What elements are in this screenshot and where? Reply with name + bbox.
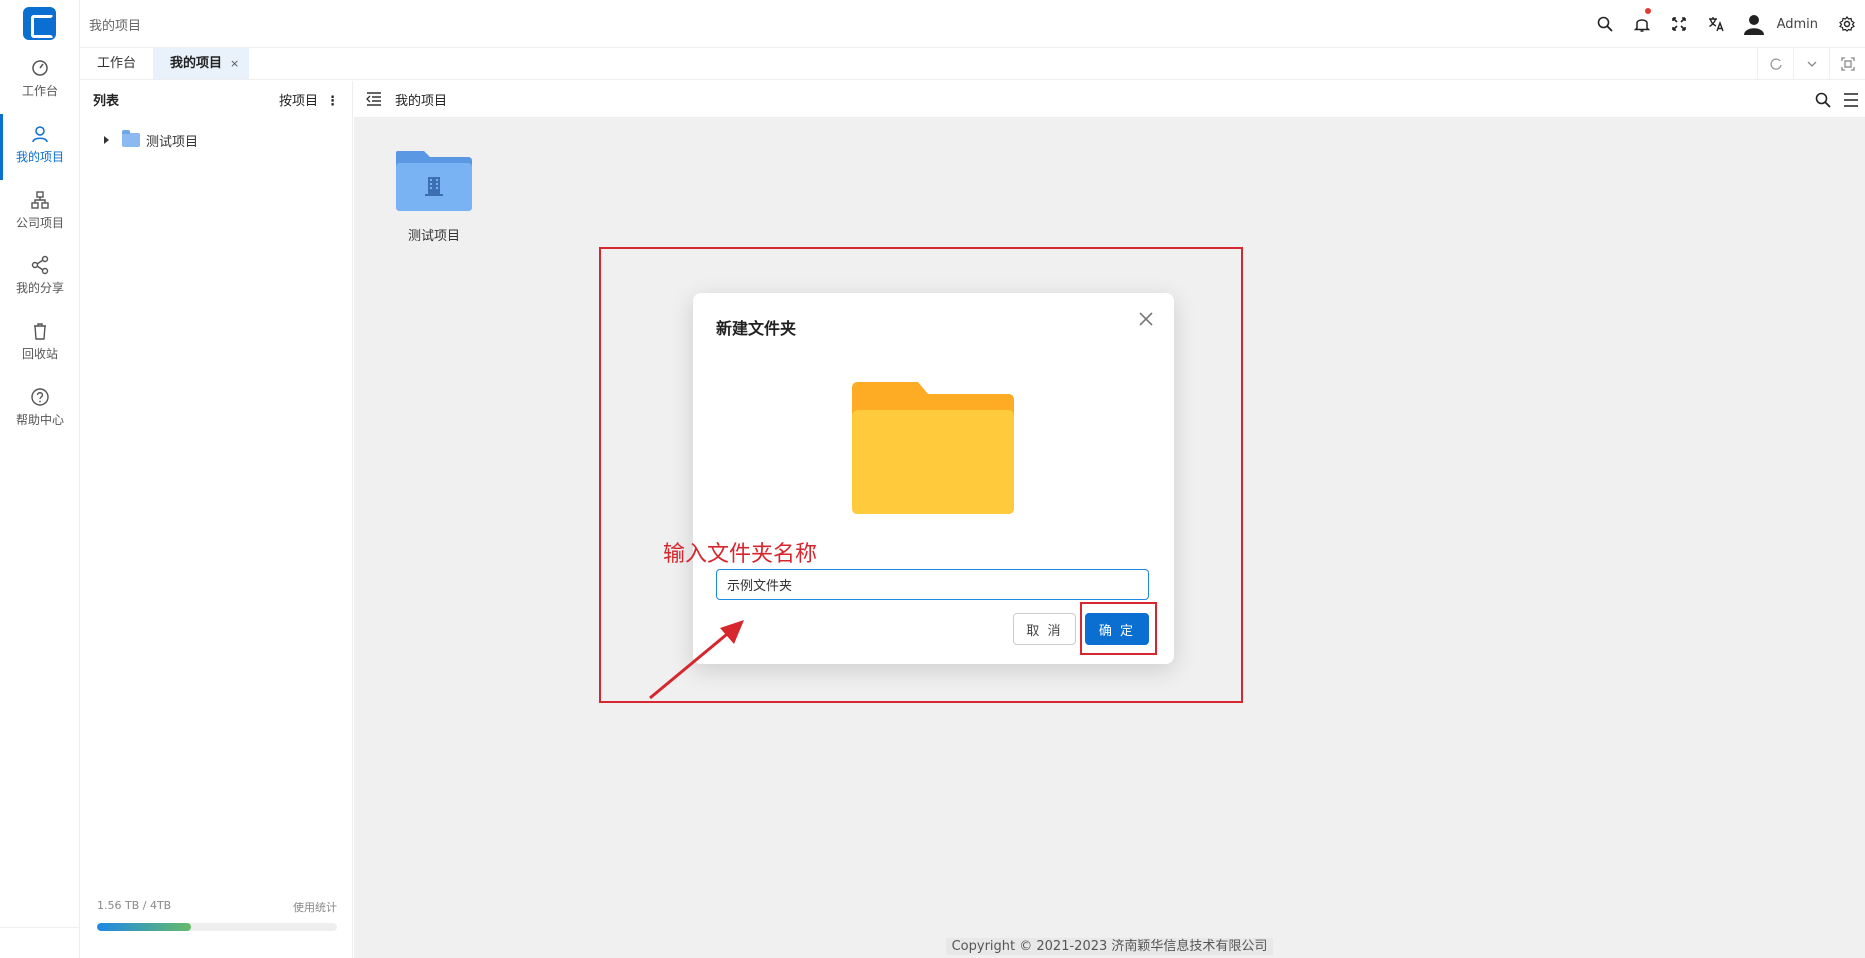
folder-icon	[396, 151, 472, 211]
sidebar-item-workbench[interactable]: 工作台	[0, 48, 80, 104]
fullscreen-icon	[1672, 17, 1686, 31]
sidebar-item-label: 我的项目	[15, 150, 64, 164]
sidebar-item-label: 我的分享	[15, 281, 64, 295]
language-button[interactable]	[1698, 0, 1735, 48]
usage-text: 1.56 TB / 4TB	[97, 899, 172, 912]
tab-bar: 工作台 我的项目 ×	[80, 48, 1865, 80]
folder-name-input[interactable]	[716, 569, 1149, 600]
tab-dropdown-button[interactable]	[1793, 48, 1829, 80]
settings-button[interactable]	[1828, 0, 1865, 48]
sidebar-item-label: 公司项目	[15, 216, 64, 230]
search-icon	[1815, 92, 1831, 108]
tab-my-projects[interactable]: 我的项目 ×	[153, 48, 250, 79]
rail-divider	[0, 927, 80, 928]
folder-icon	[122, 130, 140, 147]
sidebar-item-label: 工作台	[21, 84, 58, 98]
annotation-text: 输入文件夹名称	[663, 542, 818, 567]
sidebar-item-help-center[interactable]: 帮助中心	[0, 377, 80, 433]
notifications-button[interactable]	[1624, 0, 1661, 48]
main-title: 我的项目	[395, 93, 448, 109]
main-search-button[interactable]	[1809, 81, 1837, 118]
confirm-highlight-box	[1080, 602, 1157, 655]
panel-title: 列表	[93, 93, 120, 109]
user-menu[interactable]: Admin	[1743, 13, 1818, 35]
breadcrumb: 我的项目	[89, 19, 142, 34]
maximize-button[interactable]	[1829, 48, 1865, 80]
share-icon	[31, 255, 49, 275]
copyright-text: Copyright © 2021-2023 济南颖华信息技术有限公司	[945, 938, 1274, 955]
username: Admin	[1776, 16, 1818, 32]
tab-workbench[interactable]: 工作台	[80, 48, 153, 79]
annotation-arrow	[649, 620, 744, 700]
search-button[interactable]	[1587, 0, 1624, 48]
refresh-tab-button[interactable]	[1757, 48, 1793, 80]
sidebar-item-my-projects[interactable]: 我的项目	[0, 114, 80, 180]
sidebar-item-recycle-bin[interactable]: 回收站	[0, 311, 80, 367]
left-rail: 工作台 我的项目 公司项目 我的分享 回收站 帮助中心	[0, 0, 80, 958]
hamburger-icon	[1844, 92, 1858, 107]
user-icon	[32, 126, 48, 143]
fullscreen-button[interactable]	[1661, 0, 1698, 48]
sort-by-project-button[interactable]: 按项目 ⋮	[279, 90, 339, 109]
sidebar-item-label: 帮助中心	[15, 413, 64, 427]
usage-bar-fill	[97, 923, 191, 931]
sidebar-item-label: 回收站	[21, 347, 58, 361]
close-icon[interactable]	[1136, 309, 1156, 329]
org-icon	[31, 191, 49, 209]
folder-label: 测试项目	[407, 229, 460, 244]
tab-label: 我的项目	[170, 56, 223, 71]
copyright: Copyright © 2021-2023 济南颖华信息技术有限公司	[354, 935, 1865, 955]
project-folder-item[interactable]: 测试项目	[394, 149, 474, 244]
dashboard-icon	[32, 60, 48, 76]
sort-label: 按项目	[278, 93, 318, 109]
tree-item-label: 测试项目	[146, 134, 199, 150]
usage-stats-link[interactable]: 使用统计	[293, 899, 337, 915]
caret-right-icon[interactable]	[104, 136, 109, 144]
trash-icon	[34, 323, 46, 340]
chevron-down-icon	[1807, 61, 1816, 67]
sidebar-item-company-projects[interactable]: 公司项目	[0, 180, 80, 236]
storage-usage: 1.56 TB / 4TB 使用统计	[97, 899, 337, 931]
main-menu-button[interactable]	[1837, 81, 1865, 118]
tree-item[interactable]: 测试项目	[104, 129, 198, 151]
usage-bar	[97, 923, 337, 931]
gear-icon	[1838, 16, 1855, 32]
folder-icon	[852, 382, 1014, 514]
bell-icon	[1634, 18, 1651, 32]
notification-dot	[1644, 8, 1651, 14]
refresh-icon	[1769, 58, 1782, 70]
cancel-button[interactable]: 取 消	[1013, 613, 1076, 645]
more-icon[interactable]: ⋮	[326, 94, 339, 109]
app-logo[interactable]	[23, 7, 56, 40]
help-icon	[31, 388, 49, 406]
project-list-panel: 列表 按项目 ⋮ 测试项目 1.56 TB / 4TB 使用统计	[80, 81, 353, 958]
tab-label: 工作台	[97, 56, 137, 71]
top-bar: 我的项目 Admin	[80, 0, 1865, 48]
dialog-title: 新建文件夹	[716, 319, 797, 338]
maximize-icon	[1840, 57, 1855, 71]
collapse-menu-icon[interactable]	[366, 92, 382, 106]
translate-icon	[1708, 17, 1724, 32]
avatar	[1743, 15, 1764, 35]
tab-close-icon[interactable]: ×	[230, 57, 239, 70]
sidebar-item-my-shares[interactable]: 我的分享	[0, 245, 80, 301]
search-icon	[1597, 16, 1613, 32]
